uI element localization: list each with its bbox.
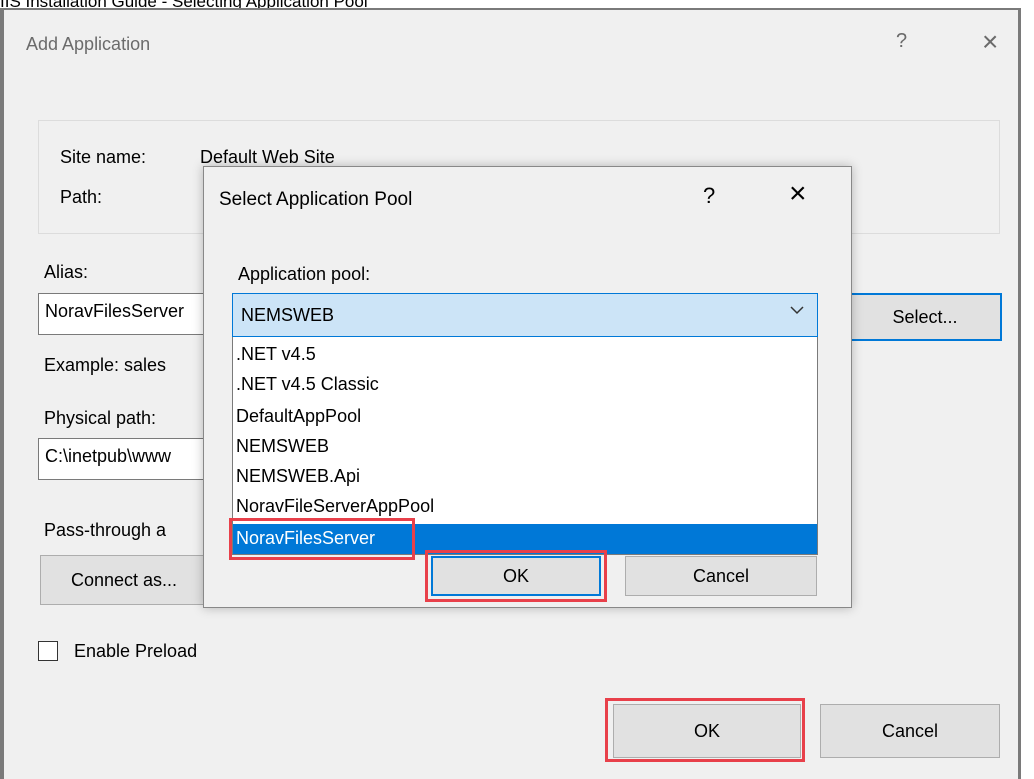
pool-option-highlight-box bbox=[229, 518, 415, 560]
application-pool-selected-value: NEMSWEB bbox=[241, 305, 335, 325]
path-label: Path: bbox=[60, 187, 103, 207]
connect-as-button[interactable]: Connect as... bbox=[40, 555, 208, 605]
cancel-button[interactable]: Cancel bbox=[820, 704, 1000, 758]
pool-option[interactable]: DefaultAppPool bbox=[236, 406, 361, 427]
pool-option[interactable]: NEMSWEB.Api bbox=[236, 466, 360, 487]
pool-help-icon[interactable]: ? bbox=[703, 183, 715, 209]
pool-close-icon[interactable]: × bbox=[789, 177, 807, 211]
pool-option[interactable]: NoravFileServerAppPool bbox=[236, 496, 434, 517]
pass-through-label: Pass-through a bbox=[44, 520, 167, 540]
pool-option[interactable]: .NET v4.5 bbox=[236, 344, 316, 365]
pool-option[interactable]: .NET v4.5 Classic bbox=[236, 374, 379, 395]
pool-option[interactable]: NEMSWEB bbox=[236, 436, 329, 457]
enable-preload-checkbox[interactable] bbox=[38, 641, 58, 661]
application-pool-select[interactable]: NEMSWEB bbox=[232, 293, 818, 337]
select-button[interactable]: Select... bbox=[848, 293, 1002, 341]
site-name-label: Site name: bbox=[60, 147, 147, 167]
pool-cancel-button[interactable]: Cancel bbox=[625, 556, 817, 596]
pool-dialog-title: Select Application Pool bbox=[219, 189, 413, 210]
help-icon[interactable]: ? bbox=[896, 30, 907, 53]
site-name-value: Default Web Site bbox=[200, 147, 335, 167]
alias-label: Alias: bbox=[44, 262, 89, 282]
example-text: Example: sales bbox=[44, 355, 167, 375]
dialog-title: Add Application bbox=[26, 34, 151, 54]
alias-input[interactable]: NoravFilesServer bbox=[38, 293, 206, 335]
pool-ok-highlight-box bbox=[425, 550, 607, 602]
application-pool-label: Application pool: bbox=[238, 264, 371, 284]
chevron-down-icon[interactable] bbox=[789, 302, 805, 323]
close-icon[interactable]: × bbox=[982, 26, 998, 58]
physical-path-label: Physical path: bbox=[44, 408, 157, 428]
ok-highlight-box bbox=[605, 698, 805, 762]
physical-path-input[interactable]: C:\inetpub\www bbox=[38, 438, 206, 480]
enable-preload-label: Enable Preload bbox=[74, 641, 198, 661]
